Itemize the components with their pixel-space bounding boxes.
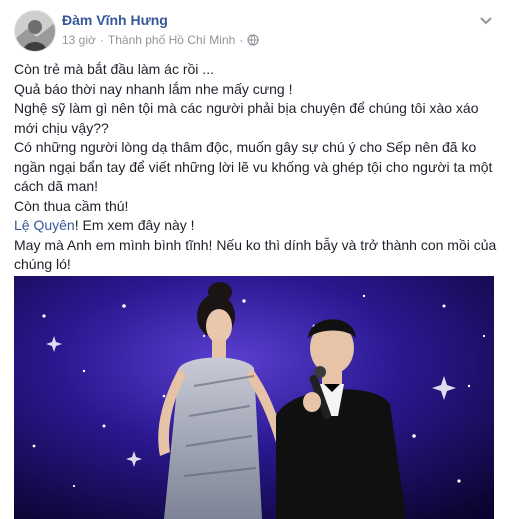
- mention-tail: ! Em xem đây này !: [74, 217, 195, 233]
- post-body: Còn trẻ mà bắt đầu làm ác rồi ... Quả bá…: [14, 60, 498, 275]
- post-line: May mà Anh em mình bình tĩnh! Nếu ko thì…: [14, 236, 497, 273]
- post-meta: 13 giờ · Thành phố Hồ Chí Minh ·: [62, 33, 259, 47]
- post-line: Còn thua cầm thú!: [14, 197, 129, 214]
- post-photo[interactable]: [14, 276, 494, 519]
- author-name[interactable]: Đàm Vĩnh Hưng: [62, 12, 168, 28]
- meta-separator: ·: [99, 33, 104, 47]
- globe-icon[interactable]: [247, 34, 259, 46]
- post-line: Quả báo thời nay nhanh lắm nhe mấy cưng …: [14, 80, 293, 97]
- post-time[interactable]: 13 giờ: [62, 33, 96, 47]
- mention-line: Lệ Quyên! Em xem đây này !: [14, 216, 498, 236]
- post-line: Còn trẻ mà bắt đầu làm ác rồi ...: [14, 61, 214, 77]
- post-location[interactable]: Thành phố Hồ Chí Minh: [108, 33, 235, 47]
- mention-link[interactable]: Lệ Quyên: [14, 217, 75, 233]
- chevron-down-icon[interactable]: [478, 12, 494, 28]
- author-avatar[interactable]: [14, 10, 56, 52]
- concert-photo: [14, 276, 494, 519]
- facebook-post: Đàm Vĩnh Hưng 13 giờ · Thành phố Hồ Chí …: [0, 0, 508, 519]
- post-line: Có những người lòng dạ thâm độc, muốn gâ…: [14, 139, 493, 194]
- avatar-image: [15, 11, 55, 51]
- meta-separator-2: ·: [239, 33, 244, 47]
- post-line: Nghệ sỹ làm gì nên tội mà các người phải…: [14, 100, 479, 136]
